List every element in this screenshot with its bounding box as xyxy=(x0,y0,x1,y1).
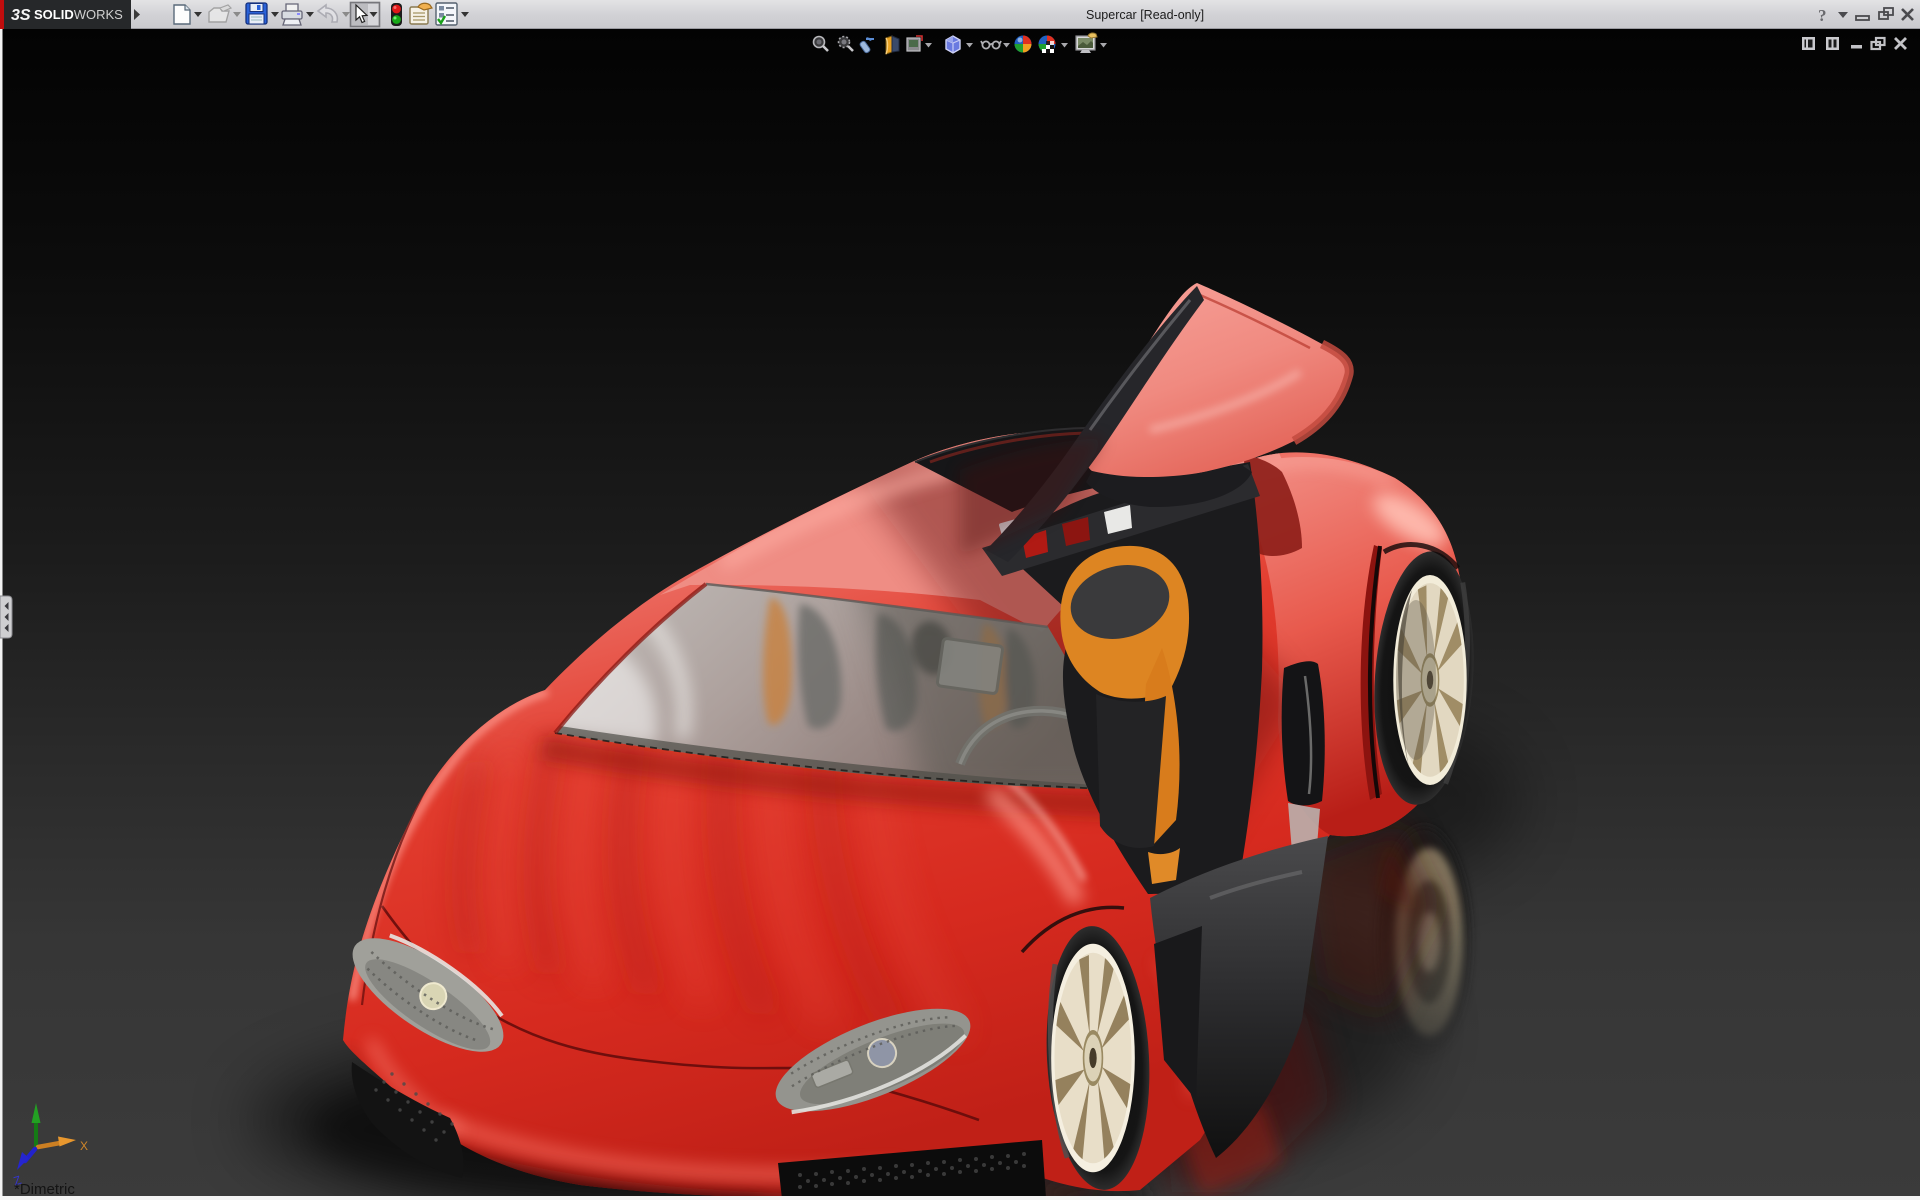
svg-text:SOLIDWORKS: SOLIDWORKS xyxy=(34,7,123,22)
svg-text:X: X xyxy=(80,1139,88,1153)
svg-text:*Dimetric: *Dimetric xyxy=(14,1181,75,1198)
svg-text:3S: 3S xyxy=(11,7,31,24)
svg-text:?: ? xyxy=(1818,6,1827,25)
svg-text:Supercar [Read-only]: Supercar [Read-only] xyxy=(1086,8,1204,22)
